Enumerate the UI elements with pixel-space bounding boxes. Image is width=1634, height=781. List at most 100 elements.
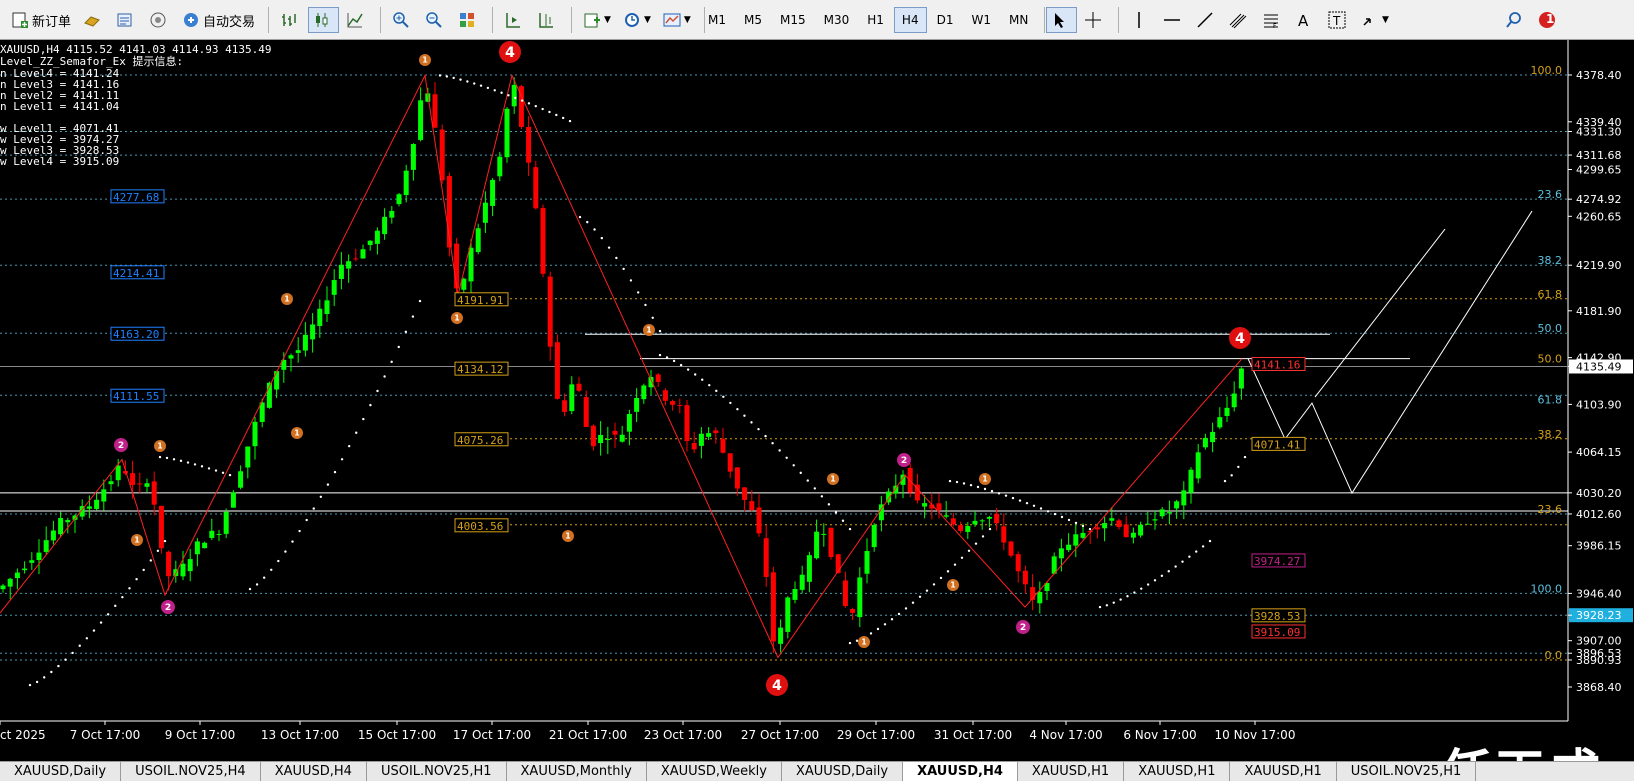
timeframe-d1[interactable]: D1 — [929, 7, 962, 33]
candle-body — [158, 505, 164, 549]
sar-dot — [600, 236, 604, 240]
sar-dot — [200, 465, 204, 468]
cursor-button[interactable] — [1046, 7, 1077, 33]
sar-dot — [955, 480, 959, 484]
signal-button[interactable] — [144, 7, 175, 33]
chart-tab[interactable]: XAUUSD,Weekly — [647, 762, 782, 781]
candle-body — [713, 430, 719, 434]
price-axis-label: 3986.15 — [1576, 540, 1622, 553]
sar-dot — [493, 89, 496, 92]
chart-tab[interactable]: XAUUSD,H4 — [903, 762, 1018, 781]
chart-tab[interactable]: XAUUSD,H4 — [261, 762, 367, 781]
sar-dot — [615, 256, 618, 260]
timeframe-w1[interactable]: W1 — [963, 7, 999, 33]
candlestick-icon — [316, 13, 328, 27]
sar-dot — [541, 107, 544, 111]
candle-body — [1116, 520, 1122, 528]
templates-button[interactable]: ▼ — [658, 7, 696, 33]
chart-tab[interactable]: XAUUSD,Monthly — [507, 762, 647, 781]
semafor-label: 2 — [1020, 623, 1026, 633]
fib-percent-label: 100.0 — [1531, 582, 1563, 595]
trendline-button[interactable] — [1191, 7, 1222, 33]
candle-body — [986, 516, 992, 519]
zz-level-label: 4003.56 — [457, 520, 503, 533]
svg-text:A: A — [1298, 12, 1309, 29]
fibonacci-button[interactable]: F — [1257, 7, 1288, 33]
sar-dot — [658, 329, 662, 333]
right-level-label: 4141.16 — [1254, 358, 1300, 371]
chart-tab[interactable]: USOIL.NOV25,H1 — [367, 762, 507, 781]
new-order-button[interactable]: 新订单 — [6, 7, 76, 33]
chart-tab[interactable]: XAUUSD,H1 — [1230, 762, 1337, 781]
indicators-button[interactable]: ▼ — [578, 7, 616, 33]
sar-dot — [1060, 515, 1064, 519]
chart-tab[interactable]: USOIL.NOV25,H4 — [121, 762, 261, 781]
candle-body — [1181, 490, 1187, 506]
price-chart[interactable]: 4 4 4 2 2 2 2 1 1 1 1 1 1 1 1 1 1 1 1 4277.68 4214.41 4163.20… — [0, 40, 1634, 761]
chart-tab[interactable]: XAUUSD,Daily — [782, 762, 904, 781]
timeframe-mn[interactable]: MN — [1001, 7, 1036, 33]
text-label-button[interactable]: T — [1323, 7, 1354, 33]
sar-dot — [1088, 527, 1092, 531]
periods-button[interactable]: ▼ — [618, 7, 656, 33]
auto-trade-button[interactable]: 自动交易 — [177, 7, 260, 33]
candle-body — [562, 400, 568, 412]
candle-body — [151, 481, 157, 505]
candle-body — [252, 421, 258, 447]
candle-body — [979, 520, 985, 522]
sar-dot — [925, 589, 929, 592]
data-window-button[interactable] — [111, 7, 142, 33]
timeframe-m1[interactable]: M1 — [700, 7, 734, 33]
timeframe-h1[interactable]: H1 — [859, 7, 892, 33]
sar-dot — [969, 483, 973, 487]
history-button[interactable] — [78, 7, 109, 33]
sar-dot — [820, 495, 824, 498]
price-axis-label: 3907.00 — [1576, 635, 1622, 648]
sar-dot — [500, 91, 503, 94]
timeframe-m5[interactable]: M5 — [736, 7, 770, 33]
zoom-out-button[interactable] — [420, 7, 451, 33]
line-chart-button[interactable] — [341, 7, 372, 33]
chart-tab[interactable]: XAUUSD,Daily — [0, 762, 122, 781]
chart-shift-button[interactable] — [532, 7, 563, 33]
tile-windows-button[interactable] — [453, 7, 484, 33]
current-price-label: 4135.49 — [1576, 360, 1622, 373]
zoom-out-icon — [426, 12, 442, 28]
sar-dot — [607, 246, 611, 249]
candle-body — [612, 430, 618, 435]
bar-chart-button[interactable] — [275, 7, 306, 33]
timeframe-m30[interactable]: M30 — [816, 7, 858, 33]
price-axis-label: 4331.30 — [1576, 126, 1622, 139]
timeframe-m15[interactable]: M15 — [772, 7, 814, 33]
text-button[interactable]: A — [1290, 7, 1321, 33]
search-button[interactable] — [1500, 7, 1531, 33]
sar-dot — [1112, 601, 1115, 604]
candle-body — [706, 433, 712, 437]
horizontal-line-button[interactable] — [1158, 7, 1189, 33]
sar-dot — [962, 482, 966, 485]
candlestick-button[interactable] — [308, 7, 340, 33]
chart-tab[interactable]: XAUUSD,H1 — [1124, 762, 1231, 781]
sar-dot — [459, 78, 462, 81]
chart-tab[interactable]: XAUUSD,H1 — [1018, 762, 1125, 781]
sar-dot — [988, 527, 992, 531]
fib-percent-label: 50.0 — [1538, 352, 1563, 365]
vertical-line-button[interactable] — [1125, 7, 1156, 33]
chart-tab[interactable]: USOIL.NOV25,H1 — [1337, 762, 1477, 781]
auto-scroll-button[interactable] — [499, 7, 530, 33]
equidistant-channel-button[interactable] — [1224, 7, 1255, 33]
text-icon: A — [1298, 12, 1309, 29]
arrows-button[interactable]: ▼ — [1356, 7, 1394, 33]
timeframe-h4[interactable]: H4 — [893, 7, 927, 33]
semafor-label: 1 — [646, 326, 651, 335]
zoom-in-button[interactable] — [387, 7, 418, 33]
crosshair-button[interactable] — [1079, 7, 1110, 33]
sar-dot — [1174, 565, 1177, 568]
candle-body — [1102, 523, 1108, 529]
sar-dot — [486, 86, 490, 90]
notifications-button[interactable]: 1 — [1533, 7, 1564, 33]
sar-dot — [163, 539, 167, 543]
chart-window[interactable]: 4 4 4 2 2 2 2 1 1 1 1 1 1 1 1 1 1 1 1 4277.68 4214.41 4163.20… — [0, 40, 1634, 761]
sar-dot — [651, 316, 654, 319]
sar-dot — [99, 621, 103, 624]
